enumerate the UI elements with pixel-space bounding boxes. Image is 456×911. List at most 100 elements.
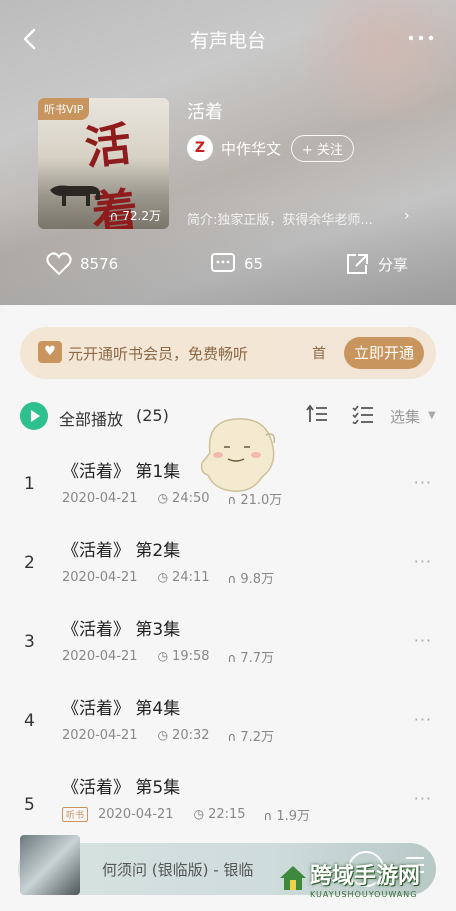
album-intro[interactable]: 简介:独家正版，获得余华老师... xyxy=(187,209,423,228)
follow-button[interactable]: + 关注 xyxy=(291,134,355,162)
episode-number: 2 xyxy=(24,553,35,573)
vip-promo-text: 元开通听书会员，免费畅听 xyxy=(68,345,249,363)
episode-duration: 22:15 xyxy=(208,807,246,822)
multi-select-icon[interactable] xyxy=(352,404,374,429)
ox-figure-icon xyxy=(50,185,100,206)
episode-more-icon[interactable]: ··· xyxy=(414,710,432,729)
play-all-icon[interactable] xyxy=(20,402,48,430)
vip-open-button[interactable]: 立即开通 xyxy=(343,337,424,369)
episode-meta: 听书 2020-04-21 ◷ 22:15 ∩ 1.9万 xyxy=(62,805,310,824)
episode-date: 2020-04-21 xyxy=(98,807,174,822)
episode-plays-group: ∩ 7.2万 xyxy=(228,726,274,745)
vip-badge: 听书VIP xyxy=(38,98,90,120)
comment-button[interactable]: 65 xyxy=(210,252,263,276)
heart-icon xyxy=(46,252,72,276)
episode-panel: ♥ 元开通听书会员，免费畅听 首 立即开通 全部播放 (25) 选集 ▼ 1 《… xyxy=(0,305,456,911)
episode-duration: 20:32 xyxy=(172,728,210,743)
cover-play-count-value: 72.2万 xyxy=(122,209,161,223)
episode-plays-group: ∩ 7.7万 xyxy=(228,647,274,666)
album-title: 活着 xyxy=(187,102,223,123)
episode-more-icon[interactable]: ··· xyxy=(414,473,432,492)
episode-plays: 7.7万 xyxy=(240,651,274,666)
action-bar: 8576 65 分享 xyxy=(0,252,456,286)
clock-icon: ◷ xyxy=(193,807,205,821)
episode-more-icon[interactable]: ··· xyxy=(414,789,432,808)
episode-number: 1 xyxy=(24,474,35,494)
episode-more-icon[interactable]: ··· xyxy=(414,631,432,650)
episode-title: 《活着》 第4集 xyxy=(62,699,181,719)
publisher-logo[interactable]: Z xyxy=(187,135,213,161)
episode-row-2[interactable]: 2 《活着》 第2集 2020-04-21 ◷ 24:11 ∩ 9.8万 ··· xyxy=(0,536,456,608)
episode-row-3[interactable]: 3 《活着》 第3集 2020-04-21 ◷ 19:58 ∩ 7.7万 ··· xyxy=(0,615,456,687)
header-blur-highlight xyxy=(280,0,456,120)
episode-title: 《活着》 第1集 xyxy=(62,462,181,482)
episode-plays: 7.2万 xyxy=(240,730,274,745)
vip-promo-extra: 首 xyxy=(312,346,326,362)
mini-player-title: 何须问 (银临版) - 银临 xyxy=(102,861,254,879)
episode-title: 《活着》 第2集 xyxy=(62,541,181,561)
episode-number: 3 xyxy=(24,632,35,652)
select-episodes-button[interactable]: 选集 xyxy=(390,406,420,427)
play-all-label[interactable]: 全部播放 xyxy=(59,406,123,430)
share-button[interactable]: 分享 xyxy=(344,252,408,276)
episode-plays: 1.9万 xyxy=(276,809,311,824)
publisher-name[interactable]: 中作华文 xyxy=(221,138,281,159)
episode-duration-group: ◷ 24:11 xyxy=(158,570,210,585)
headphone-icon: ∩ xyxy=(227,572,237,586)
headphone-icon: ∩ xyxy=(227,730,237,744)
episode-plays-group: ∩ 1.9万 xyxy=(264,805,310,824)
clock-icon: ◷ xyxy=(157,491,169,505)
watermark-subtitle: KUAYUSHOUYOUWANG xyxy=(310,890,418,899)
episode-date: 2020-04-21 xyxy=(62,649,138,664)
publisher-row: Z 中作华文 + 关注 xyxy=(187,134,355,162)
more-dots-icon[interactable] xyxy=(406,28,436,48)
share-icon xyxy=(347,254,368,274)
cover-play-count: ∩ 72.2万 xyxy=(110,207,161,224)
like-count: 8576 xyxy=(80,255,119,273)
watermark-house-icon xyxy=(280,866,306,890)
episode-duration: 19:58 xyxy=(172,649,210,664)
headphone-icon: ∩ xyxy=(109,209,119,223)
episode-more-icon[interactable]: ··· xyxy=(414,552,432,571)
episode-title: 《活着》 第3集 xyxy=(62,620,181,640)
clock-icon: ◷ xyxy=(157,649,169,663)
watermark-title: 跨域手游网 xyxy=(310,864,421,889)
intro-chevron-icon[interactable]: › xyxy=(404,208,410,224)
sort-icon[interactable] xyxy=(306,404,328,429)
episode-date: 2020-04-21 xyxy=(62,570,138,585)
episode-duration-group: ◷ 20:32 xyxy=(158,728,210,743)
episode-number: 5 xyxy=(24,795,35,815)
episode-number: 4 xyxy=(24,711,35,731)
page-title: 有声电台 xyxy=(189,30,266,52)
share-label: 分享 xyxy=(378,255,409,274)
episode-date: 2020-04-21 xyxy=(62,728,138,743)
episode-meta: 2020-04-21 ◷ 24:11 ∩ 9.8万 xyxy=(62,568,274,587)
episode-row-4[interactable]: 4 《活着》 第4集 2020-04-21 ◷ 20:32 ∩ 7.2万 ··· xyxy=(0,694,456,766)
episode-duration: 24:11 xyxy=(172,570,210,585)
vip-promo-banner[interactable]: ♥ 元开通听书会员，免费畅听 首 立即开通 xyxy=(20,327,436,379)
caret-down-icon: ▼ xyxy=(428,410,436,421)
album-cover[interactable]: 活着 听书VIP ∩ 72.2万 xyxy=(38,98,169,229)
headphone-icon: ∩ xyxy=(227,651,237,665)
episode-date: 2020-04-21 xyxy=(62,491,138,506)
site-watermark: 跨域手游网 KUAYUSHOUYOUWANG xyxy=(276,858,452,908)
clock-icon: ◷ xyxy=(157,728,169,742)
headphone-icon: ∩ xyxy=(263,809,273,823)
comment-count: 65 xyxy=(244,255,264,273)
clock-icon: ◷ xyxy=(157,570,169,584)
episode-title: 《活着》 第5集 xyxy=(62,778,181,798)
episode-meta: 2020-04-21 ◷ 19:58 ∩ 7.7万 xyxy=(62,647,274,666)
top-bar: 有声电台 xyxy=(0,22,456,58)
like-button[interactable]: 8576 xyxy=(46,252,118,276)
episode-meta: 2020-04-21 ◷ 20:32 ∩ 7.2万 xyxy=(62,726,274,745)
episode-tag-badge: 听书 xyxy=(62,807,89,822)
mini-player-cover[interactable] xyxy=(20,835,80,895)
episode-plays: 9.8万 xyxy=(240,572,274,587)
album-intro-text: 简介:独家正版，获得余华老师... xyxy=(187,213,373,228)
comment-icon xyxy=(211,253,235,272)
episode-duration-group: ◷ 22:15 xyxy=(194,807,246,822)
episode-duration-group: ◷ 19:58 xyxy=(158,649,210,664)
episode-count: (25) xyxy=(136,406,169,425)
vip-heart-icon: ♥ xyxy=(38,341,62,363)
mascot-sticker-icon xyxy=(200,418,276,492)
